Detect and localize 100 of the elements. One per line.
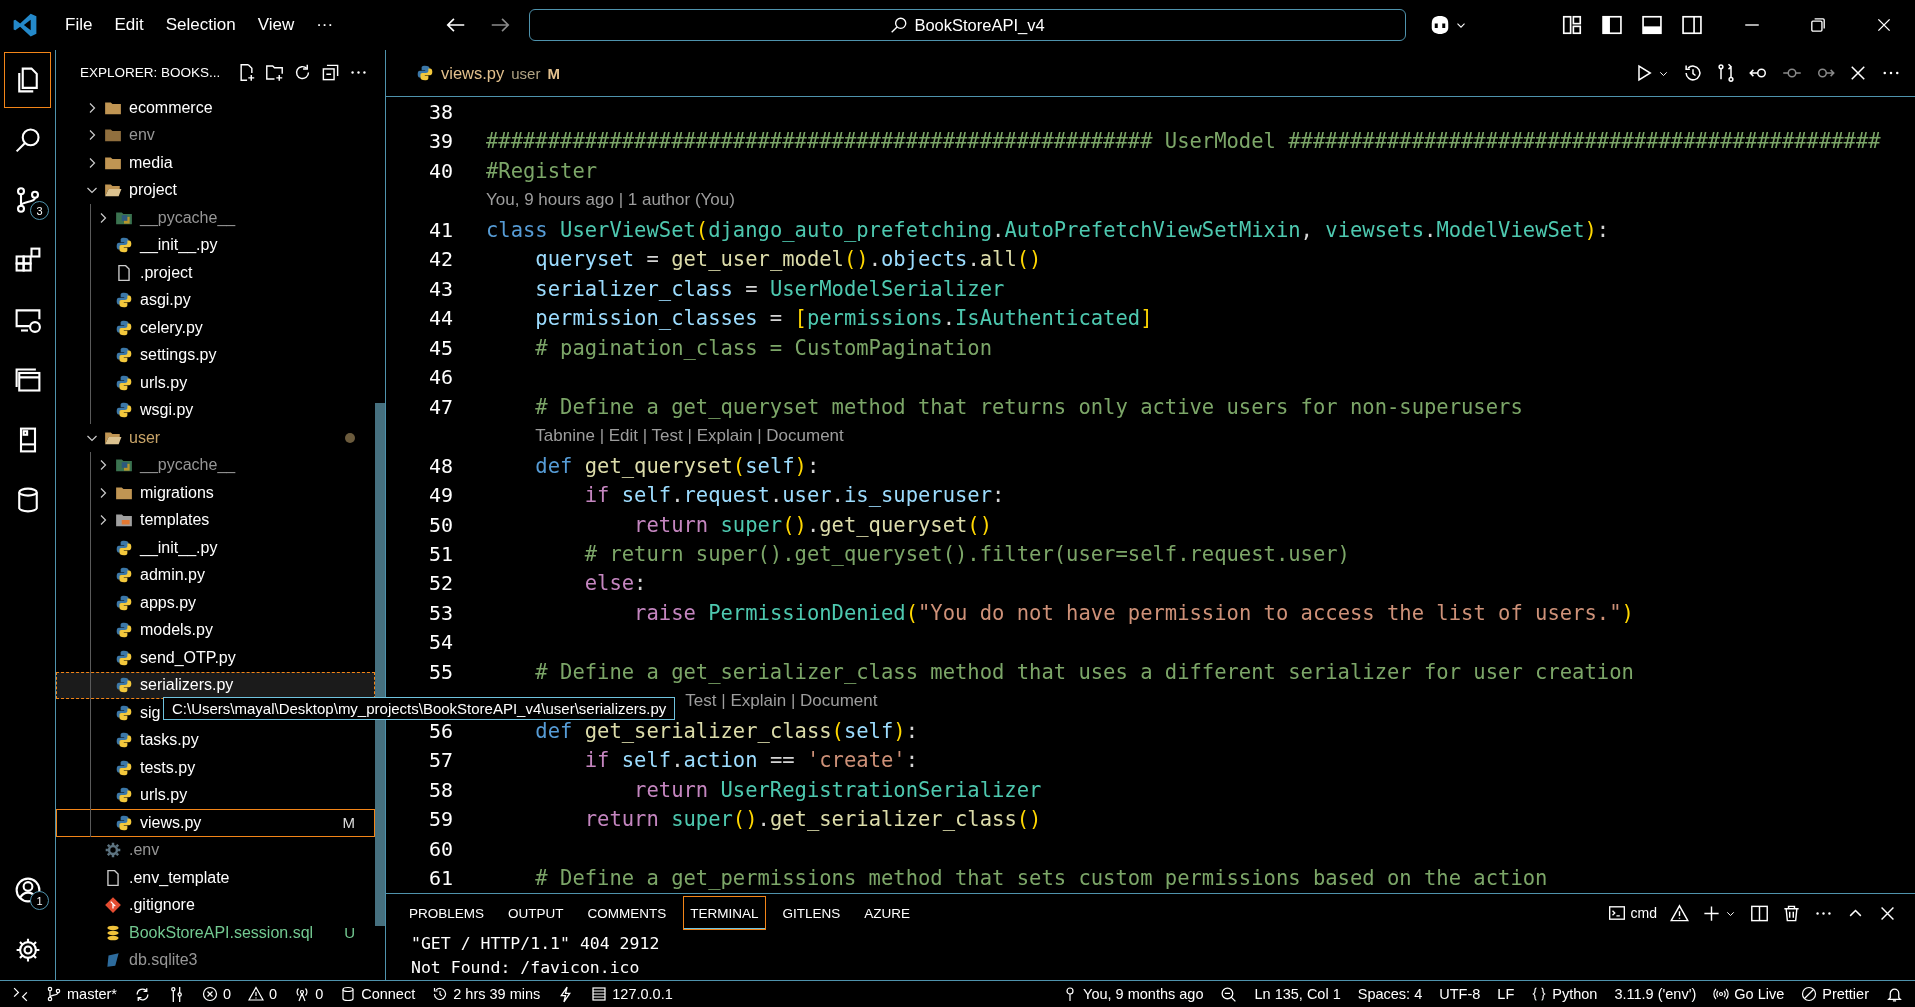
line-number: 44 xyxy=(427,306,453,331)
collapse-icon[interactable] xyxy=(321,62,341,82)
tree-item[interactable]: serializers.py xyxy=(56,671,375,699)
status-item[interactable]: 0 xyxy=(201,986,232,1002)
tree-item[interactable]: .gitignore xyxy=(56,891,375,919)
code-lens[interactable]: You, 9 hours ago | 1 author (You) xyxy=(486,190,735,211)
panel-tab[interactable]: COMMENTS xyxy=(580,896,674,930)
panel-tab[interactable]: OUTPUT xyxy=(501,896,571,930)
menu-item[interactable]: Edit xyxy=(103,11,155,39)
trash-icon[interactable] xyxy=(1782,903,1801,923)
tree-item[interactable]: __init__.py xyxy=(56,534,375,562)
code-lens[interactable]: Tabnine | Edit | Test | Explain | Document xyxy=(535,426,844,447)
tree-item[interactable]: ecommerce xyxy=(56,94,375,122)
panel-toggle-icon[interactable] xyxy=(1641,14,1663,36)
windows-icon[interactable] xyxy=(13,366,42,394)
tree-item[interactable]: models.py xyxy=(56,616,375,644)
error-icon xyxy=(201,986,218,1002)
python-icon xyxy=(115,813,133,832)
status-item[interactable]: 0 xyxy=(294,986,324,1002)
tree-item[interactable]: asgi.py xyxy=(56,286,375,314)
panel-tab[interactable]: PROBLEMS xyxy=(402,896,492,930)
split-icon[interactable] xyxy=(1750,903,1769,923)
status-item[interactable]: Go Live xyxy=(1713,986,1785,1002)
activity-button[interactable]: 3 xyxy=(0,170,55,230)
status-item[interactable]: You, 9 months ago xyxy=(1062,986,1204,1002)
tree-item[interactable]: env xyxy=(56,121,375,149)
tree-item[interactable]: tasks.py xyxy=(56,726,375,754)
tree-item[interactable]: __pycache__ xyxy=(56,204,375,232)
compare-icon[interactable] xyxy=(1716,63,1736,83)
status-item[interactable]: 127.0.0.1 xyxy=(591,986,673,1002)
tree-item[interactable]: views.py M xyxy=(56,809,375,837)
close-icon[interactable] xyxy=(1875,16,1893,34)
logo-icon[interactable] xyxy=(12,12,38,38)
tree-item[interactable]: tests.py xyxy=(56,754,375,782)
new-folder-icon[interactable] xyxy=(265,62,285,82)
tree-item[interactable]: send_OTP.py xyxy=(56,644,375,672)
restore-icon[interactable] xyxy=(1809,16,1827,34)
panel-tab[interactable]: AZURE xyxy=(857,896,918,930)
code-line: else: xyxy=(583,571,647,596)
status-item[interactable]: Connect xyxy=(340,986,416,1002)
line-number: 58 xyxy=(427,777,453,802)
tree-item[interactable]: db.sqlite3 xyxy=(56,946,375,974)
activity-button[interactable] xyxy=(4,52,51,108)
zoom-icon[interactable] xyxy=(1220,985,1238,1003)
tree-item[interactable]: apps.py xyxy=(56,589,375,617)
status-item[interactable]: Ln 135, Col 1 xyxy=(1254,986,1341,1002)
panel-tab[interactable]: GITLENS xyxy=(775,896,848,930)
tree-item[interactable]: BookStoreAPI.session.sql U xyxy=(56,919,375,947)
tree-item[interactable]: .env xyxy=(56,836,375,864)
layout-icon[interactable] xyxy=(1561,14,1583,36)
tree-item[interactable]: .project xyxy=(56,259,375,287)
secondary-sidebar-icon[interactable] xyxy=(1681,14,1703,36)
status-item[interactable]: LF xyxy=(1497,986,1515,1002)
status-item[interactable]: master* xyxy=(46,986,117,1002)
tree-item[interactable]: urls.py xyxy=(56,781,375,809)
activity-button[interactable]: 1 xyxy=(0,860,55,920)
status-item[interactable]: Python xyxy=(1531,986,1598,1002)
status-item[interactable]: 3.11.9 ('env') xyxy=(1614,986,1697,1002)
tree-item[interactable]: .env_template xyxy=(56,864,375,892)
warning-icon[interactable] xyxy=(1670,903,1689,923)
code-lens[interactable]: Test | Explain | Document xyxy=(685,691,878,712)
tree-item[interactable]: settings.py xyxy=(56,341,375,369)
close-icon[interactable] xyxy=(1848,63,1868,83)
status-item[interactable]: 0 xyxy=(248,986,278,1002)
menu-item[interactable]: File xyxy=(54,11,104,39)
tree-item[interactable]: admin.py xyxy=(56,561,375,589)
tree-item[interactable]: wsgi.py xyxy=(56,396,375,424)
file-icon xyxy=(104,868,122,887)
tree-item[interactable]: urls.py xyxy=(56,369,375,397)
tree-item[interactable]: __pycache__ xyxy=(56,451,375,479)
python-icon xyxy=(115,621,133,640)
tree-item[interactable]: project xyxy=(56,176,375,204)
remote-icon[interactable] xyxy=(12,985,29,1003)
plus-icon[interactable] xyxy=(1702,903,1721,923)
editor-tab[interactable]: views.py user M xyxy=(386,63,560,83)
new-file-icon[interactable] xyxy=(237,62,257,82)
status-item[interactable]: UTF-8 xyxy=(1439,986,1481,1002)
tree-item[interactable]: templates xyxy=(56,506,375,534)
line-number: 56 xyxy=(427,718,453,743)
status-item[interactable]: Prettier xyxy=(1801,986,1869,1002)
tree-item[interactable]: celery.py xyxy=(56,314,375,342)
menu-item[interactable]: View xyxy=(246,11,306,39)
sidebar-toggle-icon[interactable] xyxy=(1601,14,1623,36)
status-item[interactable]: 2 hrs 39 mins xyxy=(432,986,541,1002)
panel-tab[interactable]: TERMINAL xyxy=(683,896,766,930)
search-icon[interactable] xyxy=(13,126,42,154)
history-icon[interactable] xyxy=(1683,63,1703,83)
account-icon[interactable] xyxy=(13,876,42,904)
tree-item[interactable]: migrations xyxy=(56,479,375,507)
menu-item[interactable]: ··· xyxy=(305,11,345,39)
terminal-selector[interactable]: cmd xyxy=(1607,904,1657,922)
status-item[interactable]: Spaces: 4 xyxy=(1357,986,1423,1002)
extensions-icon[interactable] xyxy=(13,246,42,274)
monitor-icon[interactable] xyxy=(13,306,42,334)
tree-item[interactable]: __init__.py xyxy=(56,231,375,259)
python-icon xyxy=(115,758,133,777)
tree-item[interactable]: media xyxy=(56,149,375,177)
tree-item[interactable]: user xyxy=(56,424,375,452)
search-field[interactable]: BookStoreAPI_v4 xyxy=(529,9,1406,41)
menu-item[interactable]: Selection xyxy=(154,11,247,39)
